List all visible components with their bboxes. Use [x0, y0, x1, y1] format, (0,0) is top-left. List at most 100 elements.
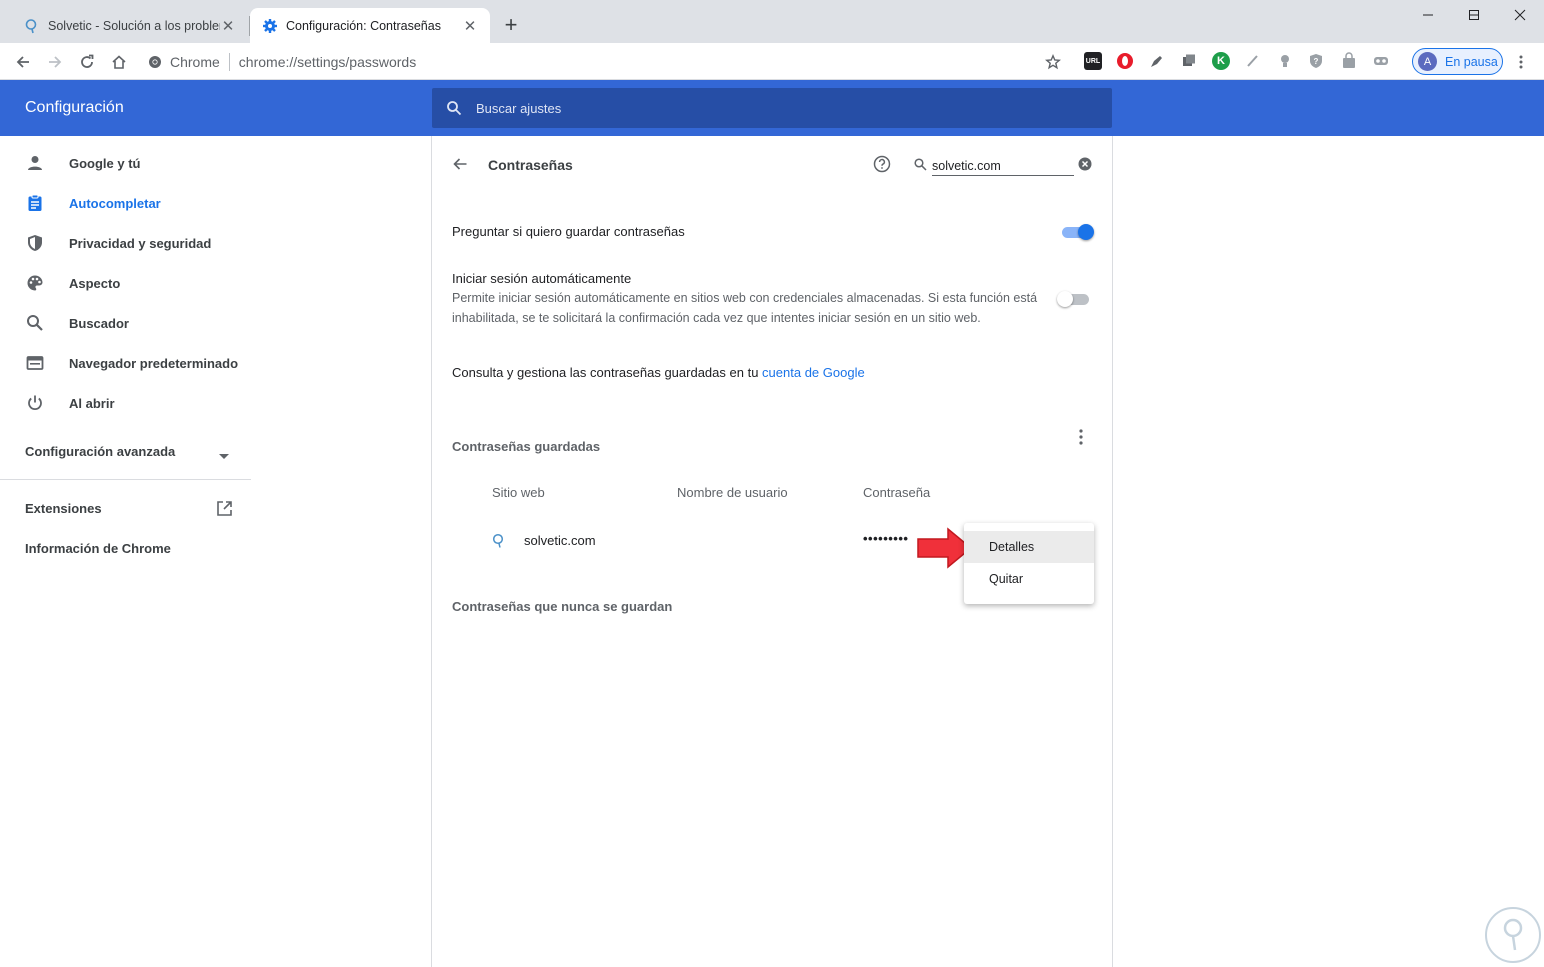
home-icon[interactable]: [106, 49, 132, 75]
url-extension-icon[interactable]: URL: [1084, 52, 1102, 70]
shield-icon: [25, 233, 45, 253]
sidebar-advanced-label: Configuración avanzada: [25, 444, 176, 459]
auto-signin-label: Iniciar sesión automáticamente: [452, 271, 632, 286]
offer-to-save-label: Preguntar si quiero guardar contraseñas: [452, 224, 685, 239]
clear-search-icon[interactable]: [1078, 157, 1092, 174]
google-account-link[interactable]: cuenta de Google: [762, 365, 865, 380]
sidebar-extensions[interactable]: Extensiones: [25, 501, 235, 516]
solvetic-favicon-icon: [24, 18, 40, 34]
solvetic-favicon-icon: [492, 533, 506, 552]
search-icon: [914, 158, 927, 174]
close-window-button[interactable]: [1497, 0, 1543, 30]
google-account-prefix: Consulta y gestiona las contraseñas guar…: [452, 365, 759, 380]
never-saved-header: Contraseñas que nunca se guardan: [452, 599, 673, 614]
maximize-button[interactable]: [1451, 0, 1497, 30]
forward-arrow-icon[interactable]: [42, 49, 68, 75]
auto-signin-description: Permite iniciar sesión automáticamente e…: [452, 291, 1038, 325]
settings-header: Configuración: [0, 80, 1544, 136]
sidebar-item-google[interactable]: Google y tú: [0, 143, 252, 183]
sidebar-item-label: Autocompletar: [69, 195, 161, 211]
address-bar[interactable]: Chrome chrome://settings/passwords: [148, 47, 1078, 76]
passwords-card: Contraseñas Preguntar si quiero guardar …: [431, 136, 1113, 967]
solvetic-watermark-icon: [1484, 906, 1542, 964]
vr-extension-icon[interactable]: [1372, 52, 1390, 70]
minimize-button[interactable]: [1405, 0, 1451, 30]
copy-extension-icon[interactable]: [1180, 52, 1198, 70]
sidebar-advanced[interactable]: Configuración avanzada: [25, 444, 235, 459]
sidebar-about-chrome[interactable]: Información de Chrome: [25, 541, 171, 556]
search-icon: [25, 313, 45, 333]
tab-solvetic[interactable]: Solvetic - Solución a los problemas ✕: [12, 8, 248, 43]
svg-text:?: ?: [1314, 57, 1319, 66]
column-password: Contraseña: [863, 485, 931, 500]
new-tab-button[interactable]: +: [500, 12, 522, 37]
more-vert-icon[interactable]: [1508, 49, 1534, 75]
column-site: Sitio web: [492, 485, 545, 500]
column-username: Nombre de usuario: [677, 485, 788, 500]
sidebar-item-label: Privacidad y seguridad: [69, 235, 212, 251]
avatar: A: [1418, 52, 1437, 71]
password-search-input[interactable]: [932, 156, 1074, 176]
auto-signin-toggle[interactable]: [1057, 291, 1091, 307]
menu-item-details[interactable]: Detalles: [964, 531, 1094, 563]
open-in-new-icon: [216, 500, 233, 520]
url-host: chrome://settings: [238, 53, 346, 70]
chrome-site-icon: [148, 55, 162, 69]
page-title: Configuración: [25, 99, 124, 116]
tab-strip: Solvetic - Solución a los problemas ✕ Co…: [0, 0, 1544, 43]
row-site: solvetic.com: [524, 533, 596, 548]
help-extension-icon[interactable]: ?: [1307, 52, 1325, 70]
settings-gear-icon: [262, 18, 278, 34]
reload-icon[interactable]: [74, 49, 100, 75]
help-circle-icon[interactable]: [873, 155, 891, 176]
sidebar-item-privacy[interactable]: Privacidad y seguridad: [0, 223, 252, 263]
bulb-extension-icon[interactable]: [1276, 52, 1294, 70]
settings-search-input[interactable]: [476, 100, 976, 116]
menu-item-remove[interactable]: Quitar: [964, 563, 1094, 595]
opera-extension-icon[interactable]: [1116, 52, 1134, 70]
more-vert-icon[interactable]: [1073, 428, 1089, 449]
sidebar-item-on-startup[interactable]: Al abrir: [0, 383, 252, 423]
sidebar-item-search-engine[interactable]: Buscador: [0, 303, 252, 343]
pen-extension-icon[interactable]: [1148, 52, 1166, 70]
tab-close-icon[interactable]: ✕: [462, 18, 478, 35]
clipboard-icon: [25, 193, 45, 213]
k-extension-icon[interactable]: K: [1212, 52, 1230, 70]
password-search[interactable]: [914, 154, 1094, 178]
sidebar-item-label: Navegador predeterminado: [69, 355, 239, 371]
google-account-text: Consulta y gestiona las contraseñas guar…: [452, 365, 865, 380]
row-action-menu: Detalles Quitar: [964, 523, 1094, 604]
tab-title: Configuración: Contraseñas: [286, 18, 441, 33]
bookmark-star-icon[interactable]: [1040, 49, 1066, 75]
tab-close-icon[interactable]: ✕: [220, 18, 236, 35]
person-icon: [25, 153, 45, 173]
back-arrow-icon[interactable]: [452, 156, 468, 175]
arrow-drop-down-icon: [219, 448, 229, 463]
sidebar-item-label: Al abrir: [69, 395, 115, 411]
sidebar-item-label: Aspecto: [69, 275, 121, 291]
subpage-title: Contraseñas: [488, 157, 573, 173]
power-icon: [25, 393, 45, 413]
sidebar: Google y tú Autocompletar Privacidad y s…: [0, 136, 252, 967]
sidebar-item-autofill[interactable]: Autocompletar: [0, 183, 252, 223]
bag-extension-icon[interactable]: [1340, 52, 1358, 70]
palette-icon: [25, 273, 45, 293]
toggle-knob: [1057, 291, 1073, 307]
profile-status-label: En pausa: [1445, 54, 1498, 69]
offer-to-save-toggle[interactable]: [1060, 224, 1094, 240]
tab-title: Solvetic - Solución a los problemas: [48, 18, 220, 33]
browser-icon: [25, 353, 45, 373]
saved-passwords-header: Contraseñas guardadas: [452, 439, 601, 454]
sidebar-item-label: Google y tú: [69, 155, 141, 171]
sidebar-divider: [0, 479, 251, 480]
toggle-knob: [1078, 224, 1094, 240]
settings-search[interactable]: [432, 88, 1112, 128]
tab-settings-passwords[interactable]: Configuración: Contraseñas ✕: [250, 8, 490, 43]
row-password: •••••••••: [863, 531, 909, 546]
brush-extension-icon[interactable]: [1244, 52, 1262, 70]
profile-button[interactable]: A En pausa: [1412, 48, 1503, 75]
sidebar-item-label: Buscador: [69, 315, 129, 331]
sidebar-item-appearance[interactable]: Aspecto: [0, 263, 252, 303]
sidebar-item-default-browser[interactable]: Navegador predeterminado: [0, 343, 252, 383]
back-arrow-icon[interactable]: [10, 49, 36, 75]
